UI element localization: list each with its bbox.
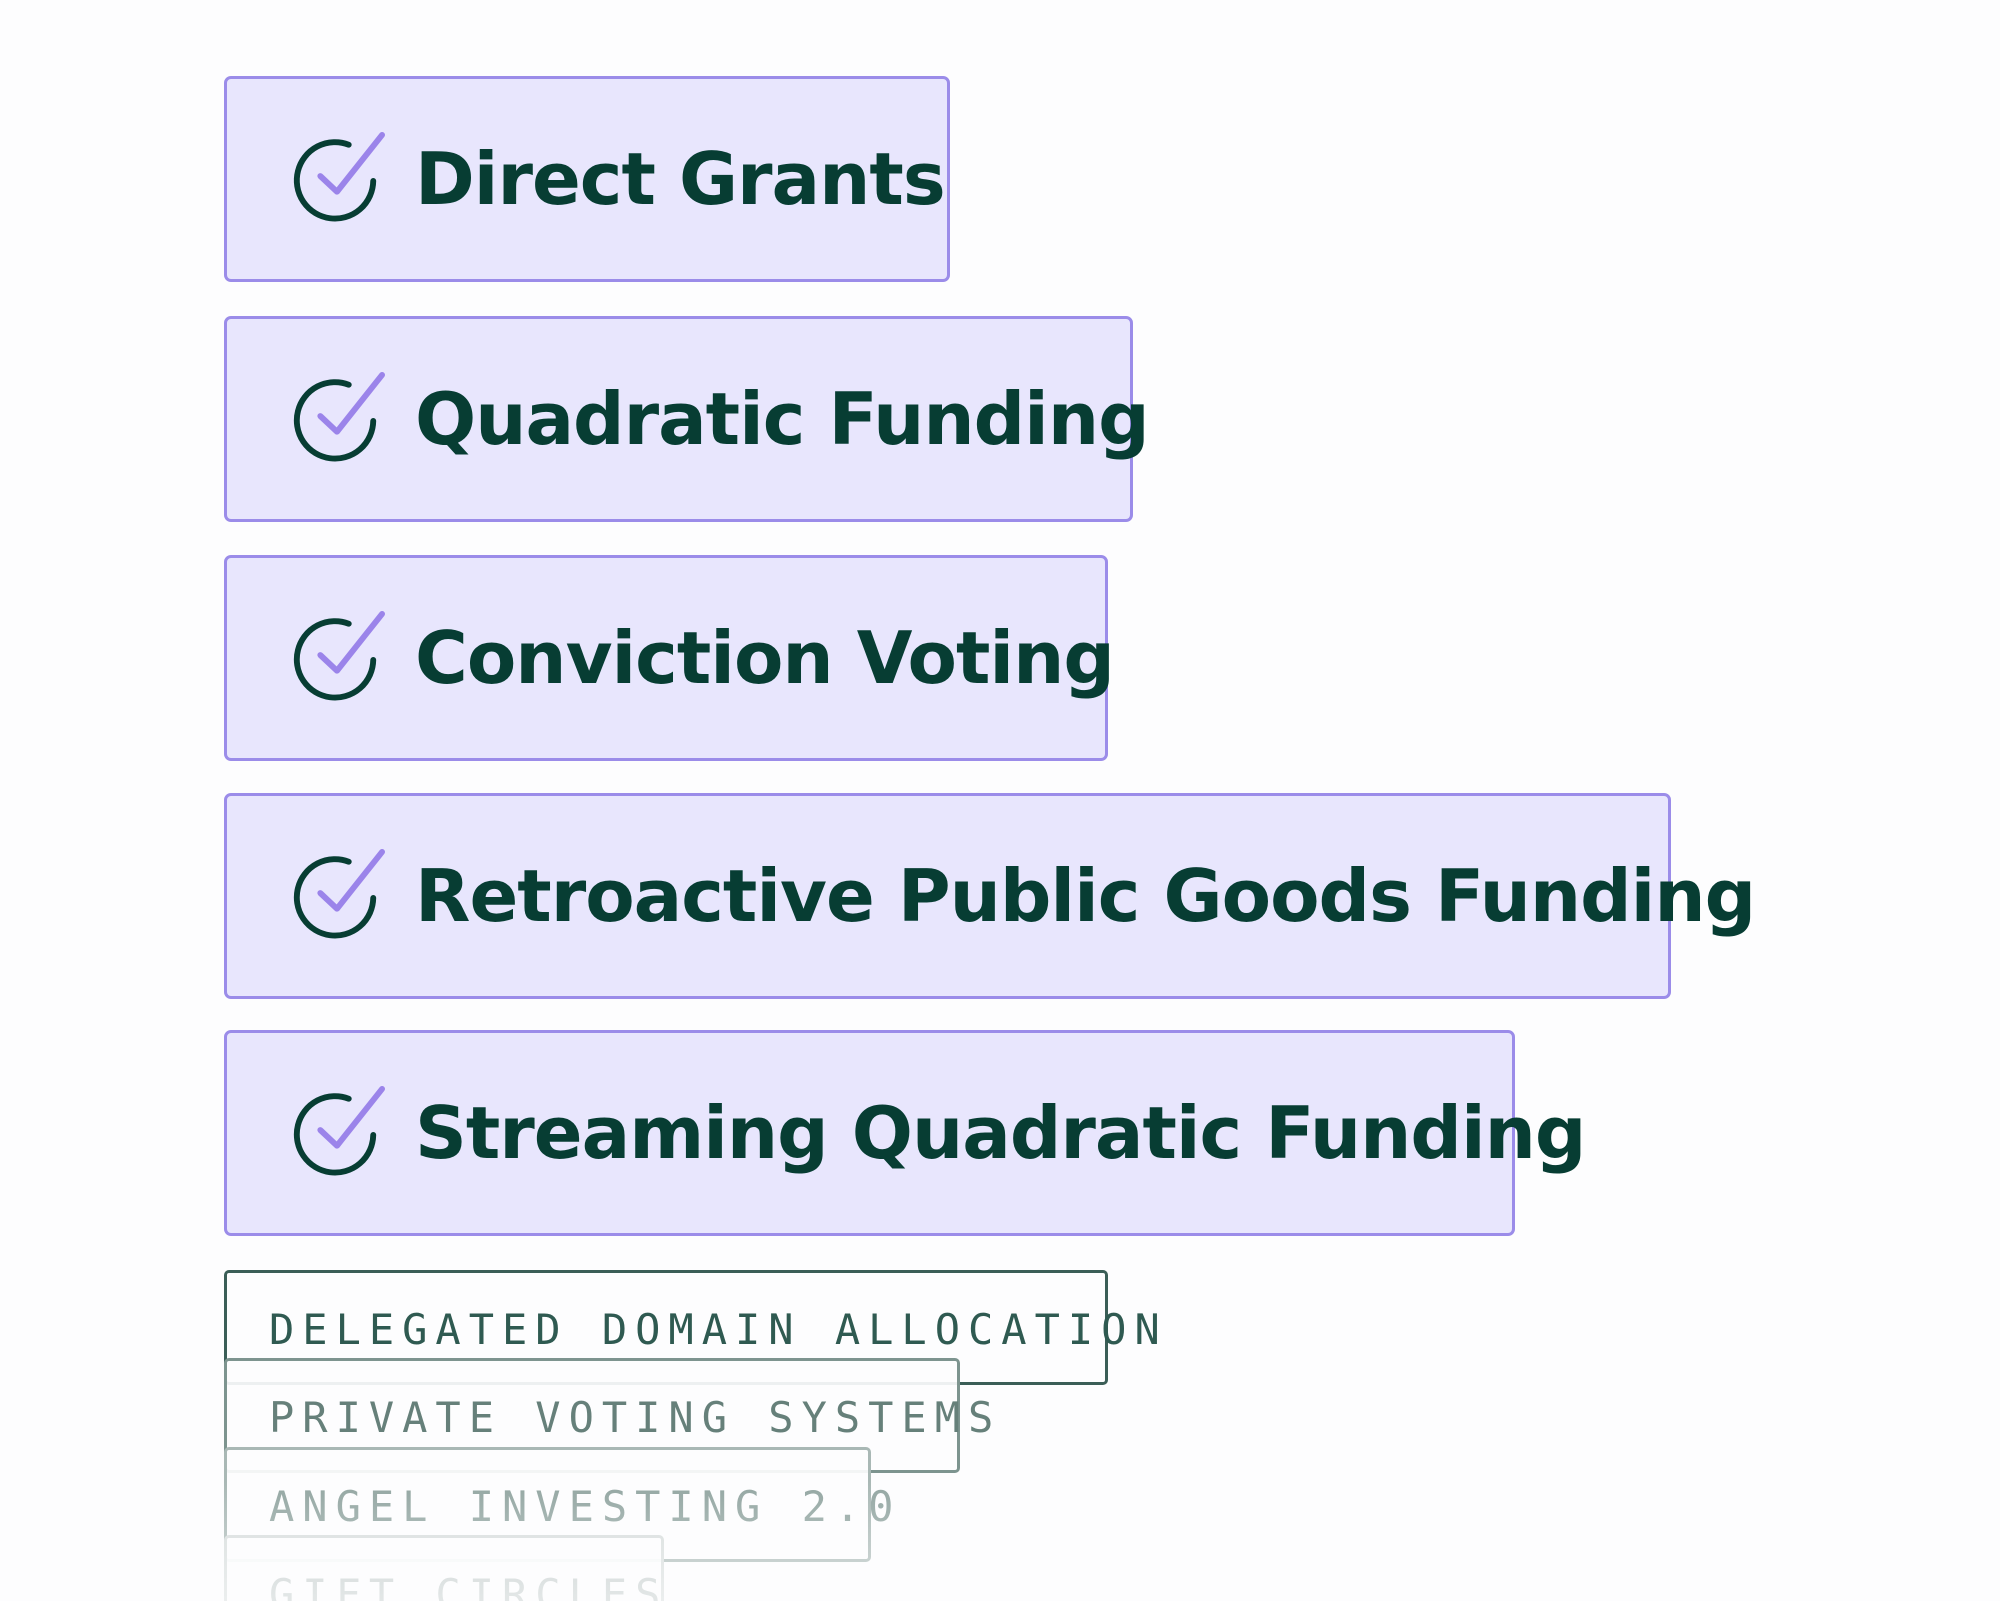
- mechanism-label: Direct Grants: [415, 137, 946, 221]
- mechanism-card-retroactive-public-goods-funding[interactable]: Retroactive Public Goods Funding: [224, 793, 1756, 999]
- tag-label: GIFT CIRCLES: [269, 1570, 669, 1601]
- mechanism-label: Quadratic Funding: [415, 377, 1150, 461]
- check-circle-icon: [293, 848, 385, 939]
- mechanism-card-conviction-voting[interactable]: Conviction Voting: [224, 555, 1115, 761]
- mechanism-card-direct-grants[interactable]: Direct Grants: [224, 76, 950, 282]
- mechanism-label: Conviction Voting: [415, 616, 1115, 700]
- mechanism-card-streaming-quadratic-funding[interactable]: Streaming Quadratic Funding: [224, 1030, 1586, 1236]
- mechanism-label: Streaming Quadratic Funding: [415, 1091, 1586, 1175]
- check-circle-icon: [293, 1085, 385, 1176]
- tag-gift-circles[interactable]: GIFT CIRCLES: [224, 1535, 664, 1601]
- tag-label: ANGEL INVESTING 2.0: [269, 1482, 902, 1531]
- check-circle-icon: [293, 131, 385, 222]
- check-circle-icon: [293, 371, 385, 462]
- check-circle-icon: [293, 610, 385, 701]
- tag-label: PRIVATE VOTING SYSTEMS: [269, 1393, 1002, 1442]
- mechanism-stack: Direct Grants Quadratic Funding Convicti…: [0, 0, 2000, 1601]
- tag-label: DELEGATED DOMAIN ALLOCATION: [269, 1305, 1168, 1354]
- mechanism-label: Retroactive Public Goods Funding: [415, 854, 1756, 938]
- mechanism-card-quadratic-funding[interactable]: Quadratic Funding: [224, 316, 1150, 522]
